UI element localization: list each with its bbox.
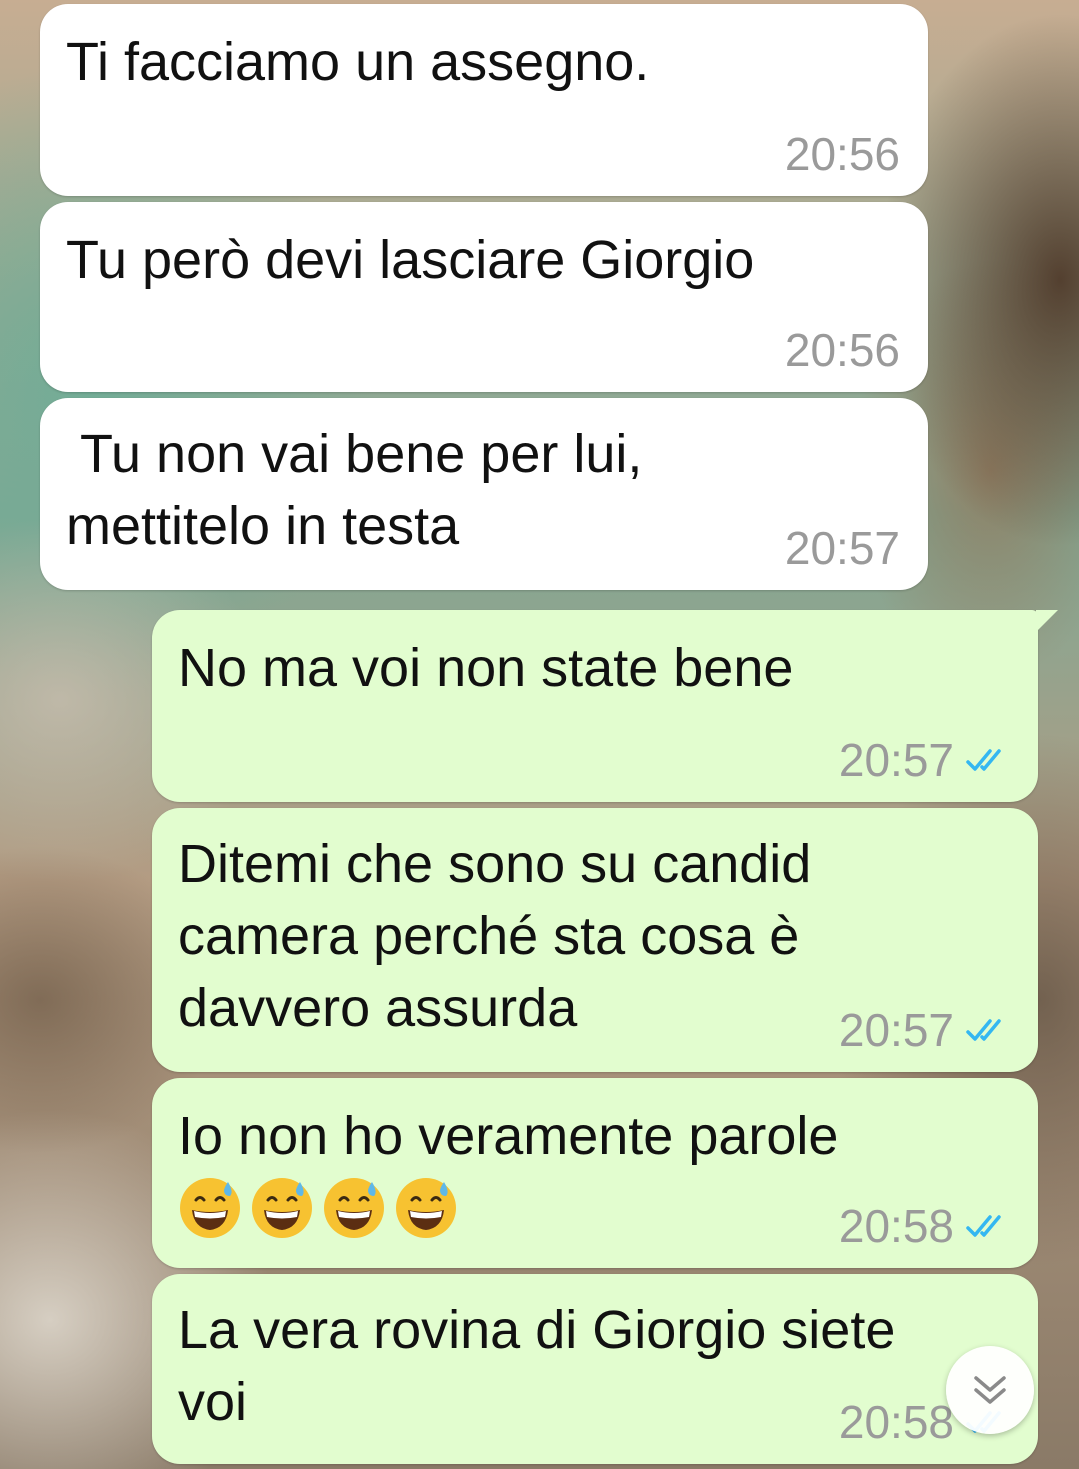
message-text: Ditemi che sono su candid camera perché … [178, 834, 812, 1038]
grinning-face-with-sweat-icon [252, 1178, 312, 1238]
grinning-face-with-sweat-icon [396, 1178, 456, 1238]
double-check-icon [966, 1019, 1001, 1041]
message-bubble-outgoing[interactable]: Io non ho veramente parole 20:58 [152, 1078, 1038, 1268]
message-time: 20:57 [838, 734, 954, 786]
message-bubble-incoming[interactable]: Tu però devi lasciare Giorgio 20:56 [40, 202, 928, 392]
message-time: 20:58 [838, 1396, 954, 1448]
message-bubble-outgoing[interactable]: No ma voi non state bene 20:57 [152, 610, 1058, 802]
grinning-face-with-sweat-icon [324, 1178, 384, 1238]
message-bubble-outgoing[interactable]: Ditemi che sono su candid camera perché … [152, 808, 1038, 1072]
message-meta: 20:57 [785, 520, 900, 576]
grinning-face-with-sweat-icon [180, 1178, 240, 1238]
double-chevron-down-icon [974, 1376, 1006, 1404]
message-meta: 20:57 [839, 1002, 1010, 1058]
emoji-row [178, 1176, 838, 1240]
message-meta: 20:56 [785, 126, 900, 182]
message-bubble-outgoing[interactable]: La vera rovina di Giorgio siete voi 20:5… [152, 1274, 1038, 1464]
message-text: Ti facciamo un assegno. [66, 32, 650, 92]
message-text: Tu non vai bene per lui, mettitelo in te… [66, 424, 643, 556]
message-bubble-incoming[interactable]: Tu non vai bene per lui, mettitelo in te… [40, 398, 928, 590]
message-text: Tu però devi lasciare Giorgio [66, 230, 755, 290]
double-check-icon [966, 749, 1001, 771]
message-meta: 20:56 [785, 322, 900, 378]
message-time: 20:56 [784, 324, 900, 376]
message-meta: 20:57 [839, 732, 1010, 788]
message-bubble-incoming[interactable]: Ti facciamo un assegno. 20:56 [40, 4, 928, 196]
message-time: 20:58 [838, 1200, 954, 1252]
message-text: La vera rovina di Giorgio siete voi [178, 1300, 896, 1432]
message-time: 20:57 [838, 1004, 954, 1056]
message-time: 20:56 [784, 128, 900, 180]
double-check-icon [966, 1215, 1001, 1237]
scroll-to-bottom-button[interactable] [946, 1346, 1034, 1434]
message-time: 20:57 [784, 522, 900, 574]
message-content: Io non ho veramente parole [178, 1100, 838, 1240]
message-text: No ma voi non state bene [178, 638, 794, 698]
message-meta: 20:58 [839, 1198, 1010, 1254]
message-text: Io non ho veramente parole [178, 1106, 839, 1166]
